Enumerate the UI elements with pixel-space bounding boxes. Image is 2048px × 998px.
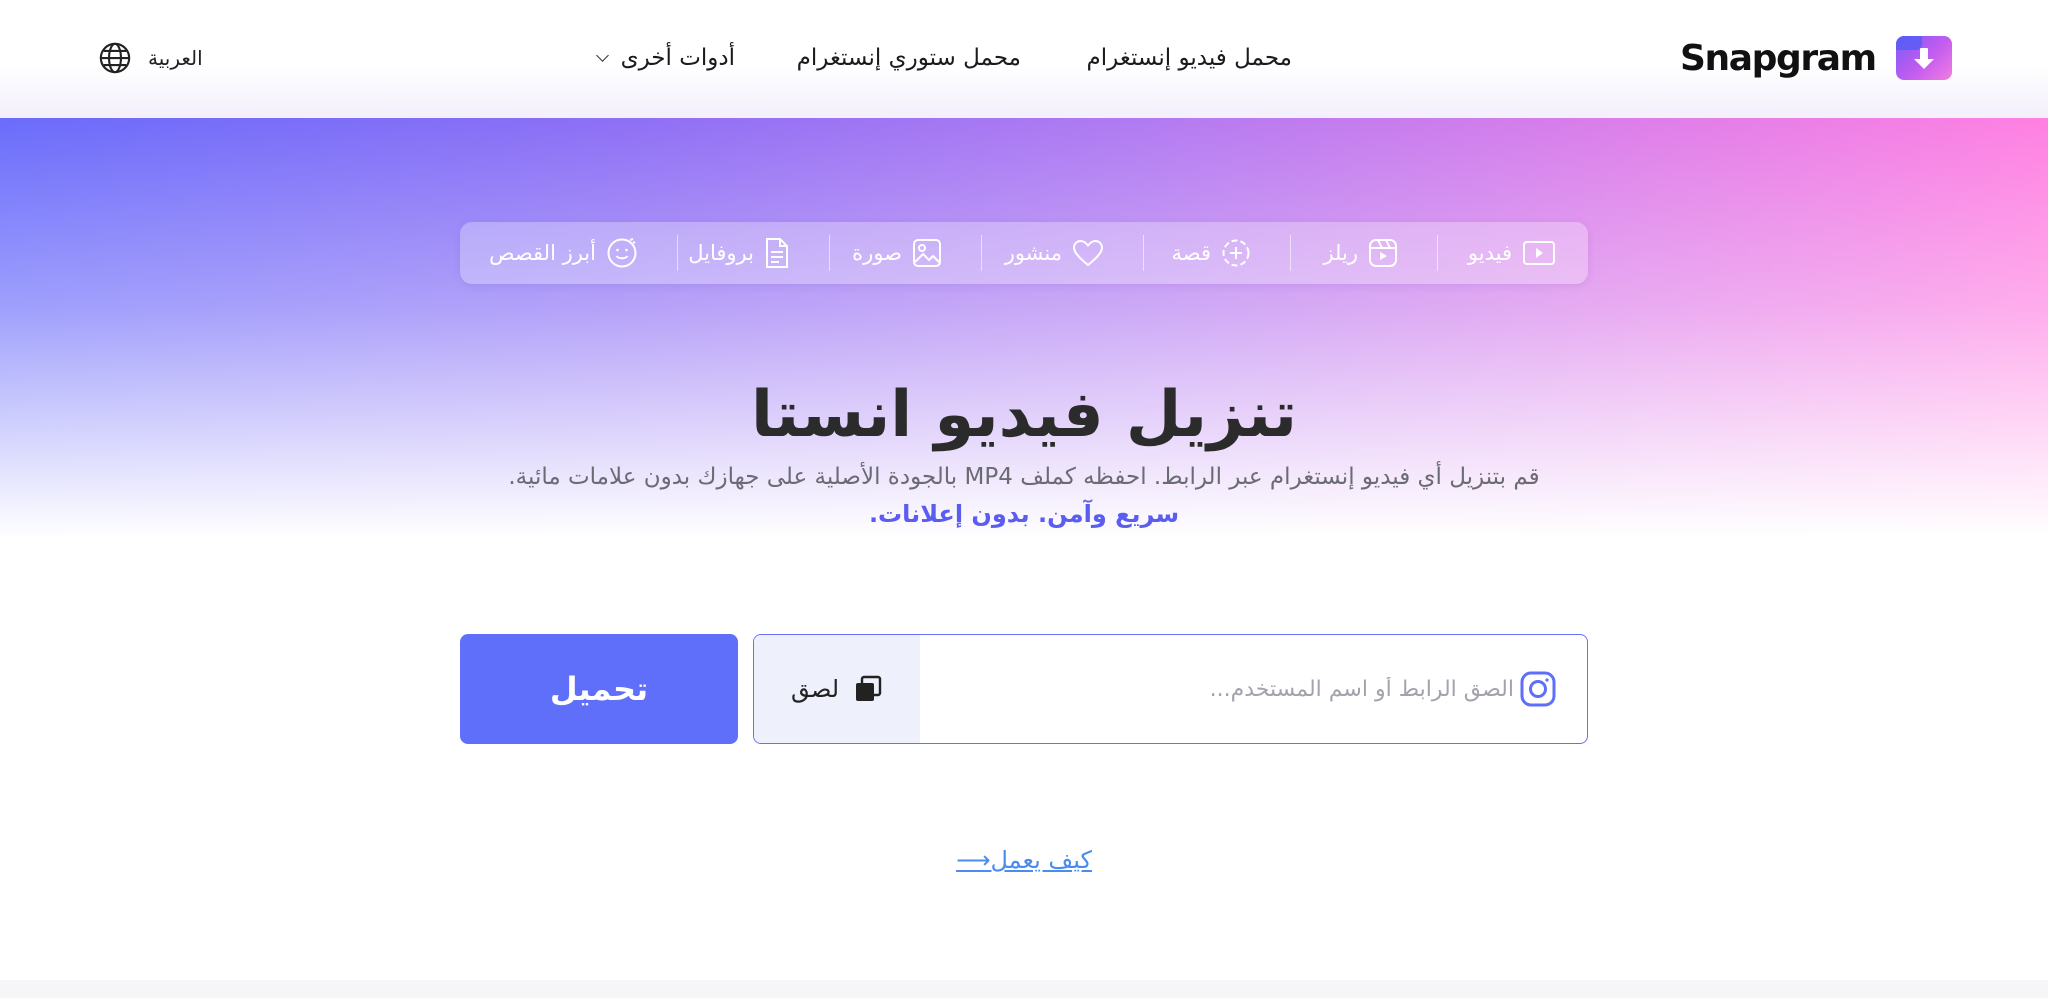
main-nav: محمل فيديو إنستغرام محمل ستوري إنستغرام … (0, 40, 2048, 76)
tab-divider (1437, 235, 1438, 271)
smile-icon (607, 238, 637, 268)
tab-photo-label: صورة (852, 241, 902, 265)
page-title: تنزيل فيديو انستا (750, 378, 1298, 452)
page-subtitle: قم بتنزيل أي فيديو إنستغرام عبر الرابط. … (508, 464, 1540, 490)
tab-video[interactable]: فيديو (1468, 222, 1556, 284)
tab-story[interactable]: قصة (1171, 222, 1251, 284)
nav-item-video-downloader[interactable]: محمل فيديو إنستغرام (1087, 40, 1292, 76)
url-input-box: لصق (753, 634, 1588, 744)
language-label: العربية (148, 46, 203, 70)
footer-divider (0, 980, 2048, 998)
media-type-tabs: فيديو ريلز قصة منشور صورة بروفايل أبرز ا… (460, 222, 1588, 284)
tab-photo[interactable]: صورة (852, 222, 942, 284)
tab-divider (1143, 235, 1144, 271)
site-header: Snapgram محمل فيديو إنستغرام محمل ستوري … (0, 0, 2048, 118)
tab-divider (981, 235, 982, 271)
instagram-icon (1520, 671, 1556, 707)
clipboard-copy-icon (856, 675, 882, 701)
tab-highlights-label: أبرز القصص (489, 241, 596, 265)
tab-profile[interactable]: بروفايل (688, 222, 790, 284)
tab-divider (677, 235, 678, 271)
document-icon (766, 238, 788, 268)
paste-button-label: لصق (790, 675, 840, 703)
tab-highlights[interactable]: أبرز القصص (489, 222, 638, 284)
heart-icon (1072, 239, 1104, 267)
tab-reels[interactable]: ريلز (1323, 222, 1398, 284)
tab-post-label: منشور (1004, 241, 1062, 265)
arrow-right-icon: ⟶ (956, 846, 991, 874)
page-tagline: سريع وآمن. بدون إعلانات. (868, 500, 1180, 528)
reels-icon (1369, 239, 1397, 267)
story-plus-icon (1222, 239, 1250, 267)
how-it-works-label: كيف يعمل (990, 846, 1092, 874)
nav-item-other-tools-label: أدوات أخرى (620, 45, 735, 71)
video-icon (1523, 241, 1555, 265)
language-selector[interactable]: العربية (98, 40, 203, 76)
tab-divider (1290, 235, 1291, 271)
image-icon (913, 239, 941, 267)
download-button[interactable]: تحميل (460, 634, 738, 744)
chevron-down-icon (595, 48, 609, 62)
tab-story-label: قصة (1171, 241, 1211, 265)
paste-button[interactable]: لصق (754, 635, 920, 743)
nav-item-other-tools[interactable]: أدوات أخرى (595, 40, 735, 76)
url-input[interactable] (934, 635, 1514, 743)
tab-reels-label: ريلز (1323, 241, 1358, 265)
tab-post[interactable]: منشور (1005, 222, 1104, 284)
tab-profile-label: بروفايل (688, 241, 754, 265)
nav-item-story-downloader[interactable]: محمل ستوري إنستغرام (797, 40, 1021, 76)
how-it-works-link[interactable]: كيف يعمل⟶ (0, 846, 2048, 874)
tab-video-label: فيديو (1467, 241, 1512, 265)
tab-divider (829, 235, 830, 271)
globe-icon (99, 42, 131, 74)
